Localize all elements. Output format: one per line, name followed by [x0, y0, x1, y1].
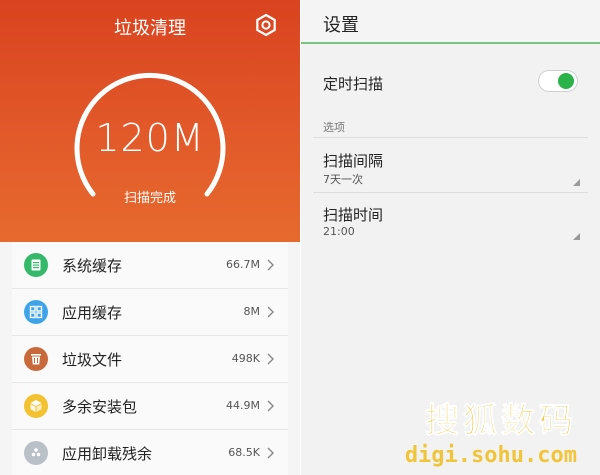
chevron-right-icon — [267, 306, 274, 318]
scan-interval-value: 7天一次 — [323, 173, 363, 186]
scan-time-title: 扫描时间 — [323, 206, 384, 224]
list-item-system-cache[interactable]: 系统缓存 66.7M — [12, 242, 288, 289]
item-size: 66.7M — [226, 258, 260, 271]
settings-panel: 设置 定时扫描 选项 扫描间隔 7天一次 扫描时间 21:00 — [301, 0, 600, 475]
scheduled-scan-label: 定时扫描 — [323, 75, 384, 93]
cleaner-hero: 垃圾清理 120M 扫描完成 — [0, 0, 300, 242]
item-label: 多余安装包 — [62, 398, 138, 416]
list-item-redundant-packages[interactable]: 多余安装包 44.9M — [12, 383, 288, 430]
trash-icon — [24, 347, 48, 371]
chevron-right-icon — [267, 447, 274, 459]
dropdown-indicator-icon — [573, 233, 580, 240]
item-label: 应用缓存 — [62, 304, 123, 322]
item-label: 垃圾文件 — [62, 351, 123, 369]
chevron-right-icon — [267, 400, 274, 412]
scan-interval-setting[interactable]: 扫描间隔 7天一次 — [313, 140, 588, 193]
item-size: 8M — [243, 305, 261, 318]
document-icon — [24, 253, 48, 277]
item-label: 系统缓存 — [62, 257, 123, 275]
residue-icon — [24, 441, 48, 465]
chevron-right-icon — [267, 259, 274, 271]
scheduled-scan-toggle[interactable] — [538, 70, 578, 92]
scan-status-text: 扫描完成 — [123, 191, 176, 206]
settings-header: 设置 — [301, 0, 600, 44]
junk-size-value: 120M — [95, 116, 205, 160]
scan-time-setting[interactable]: 扫描时间 21:00 — [313, 194, 588, 246]
settings-title: 设置 — [323, 15, 359, 36]
list-item-app-cache[interactable]: 应用缓存 8M — [12, 289, 288, 336]
dropdown-indicator-icon — [573, 179, 580, 186]
item-size: 498K — [231, 352, 260, 365]
options-section-label: 选项 — [323, 121, 345, 134]
section-divider — [313, 137, 588, 138]
item-size: 44.9M — [226, 399, 260, 412]
junk-cleaner-panel: 垃圾清理 120M 扫描完成 系统缓存 66.7M 应用缓存 8M 垃圾文件 4… — [0, 0, 300, 475]
scan-interval-title: 扫描间隔 — [323, 152, 384, 170]
scan-time-value: 21:00 — [323, 225, 355, 238]
list-item-uninstall-residue[interactable]: 应用卸载残余 68.5K — [12, 430, 288, 475]
junk-category-list: 系统缓存 66.7M 应用缓存 8M 垃圾文件 498K 多余安装包 44.9M… — [0, 242, 300, 475]
item-label: 应用卸载残余 — [62, 445, 153, 463]
item-size: 68.5K — [228, 446, 260, 459]
chevron-right-icon — [267, 353, 274, 365]
apps-grid-icon — [24, 300, 48, 324]
list-item-junk-files[interactable]: 垃圾文件 498K — [12, 336, 288, 383]
toggle-knob — [558, 73, 574, 89]
package-icon — [24, 394, 48, 418]
